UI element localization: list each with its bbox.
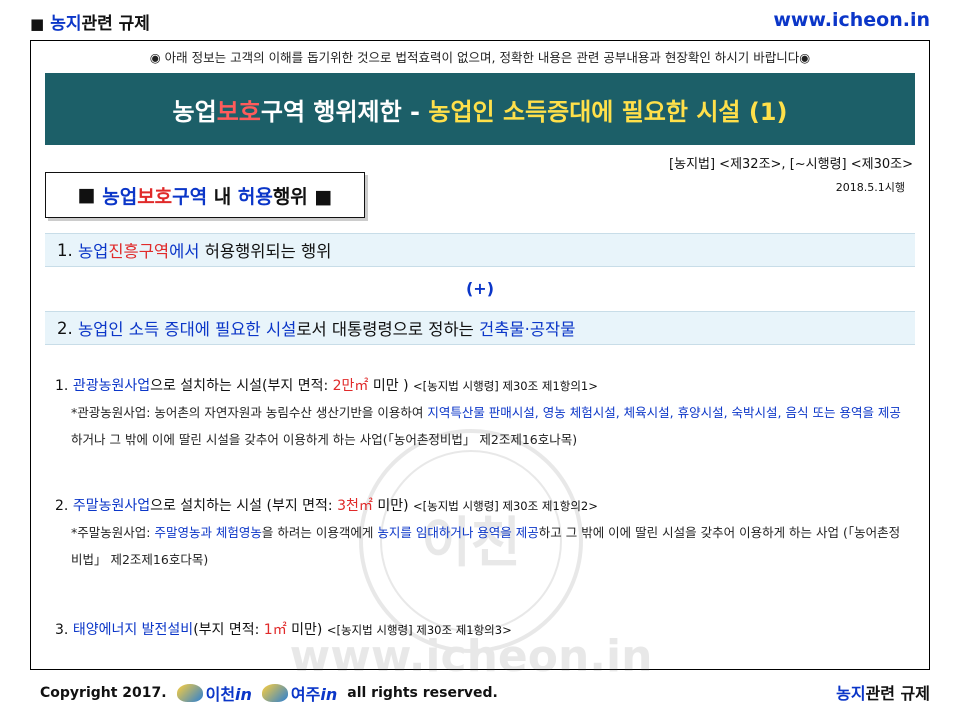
- yeoju-logo[interactable]: 여주in: [261, 681, 338, 705]
- box-a: 농업: [102, 185, 138, 208]
- item1-text: 으로 설치하는 시설(부지 면적:: [150, 378, 333, 394]
- row2-num: 2.: [57, 318, 78, 338]
- footer-category: 농지관련 규제: [836, 680, 930, 704]
- row2-a: 농업인 소득 증대에 필요한 시설: [78, 320, 297, 339]
- item1-name: 관광농원사업: [72, 378, 151, 394]
- box-f: 행위 ■: [272, 185, 333, 208]
- item3-num: 3.: [55, 622, 73, 638]
- row1-num: 1.: [57, 240, 78, 260]
- facility-item-2: 2. 주말농원사업으로 설치하는 시설 (부지 면적: 3천㎡ 미만) <[농지…: [55, 495, 598, 515]
- logo1-in: in: [235, 685, 252, 704]
- box-lead: ■: [77, 184, 103, 206]
- title-part4: 농업인 소득증대에 필요한 시설 (1): [428, 97, 788, 126]
- page-title: 농업 보호 구역 행위제한 - 농업인 소득증대에 필요한 시설 (1): [45, 73, 915, 145]
- facility-item-3: 3. 태양에너지 발전설비(부지 면적: 1㎡ 미만) <[농지법 시행령] 제…: [55, 619, 512, 639]
- permitted-row-2: 2. 농업인 소득 증대에 필요한 시설 로서 대통령령으로 정하는 건축물·공작…: [45, 311, 915, 345]
- item3-area: 1㎡: [263, 622, 287, 638]
- title-part3: 구역 행위제한 -: [260, 97, 429, 126]
- footer-category-rest: 관련 규제: [865, 684, 930, 703]
- footer-copyright: Copyright 2017. 이천in 여주in all rights res…: [40, 681, 498, 705]
- box-c: 구역: [172, 185, 208, 208]
- logo2-in: in: [320, 685, 338, 704]
- rights-text: all rights reserved.: [347, 685, 498, 701]
- icheon-logo[interactable]: 이천in: [176, 681, 252, 705]
- row1-c: 에서: [169, 242, 205, 261]
- item1-num: 1.: [55, 378, 73, 394]
- facility-item-1-description: *관광농원사업: 농어촌의 자연자원과 농림수산 생산기반을 이용하여 지역특산…: [71, 399, 911, 453]
- content-frame: ◉ 아래 정보는 고객의 이해를 돕기위한 것으로 법적효력이 없으며, 정확한…: [30, 40, 930, 682]
- item1-desc-c: 하거나 그 밖에 이에 딸린 시설을 갖추어 이용하게 하는 사업(「농어촌정비…: [71, 432, 578, 447]
- icheon-logo-icon: [176, 684, 203, 702]
- item2-num: 2.: [55, 498, 73, 514]
- legal-reference: [농지법] <제32조>, [~시행령] <제30조>: [669, 157, 913, 172]
- item2-desc-c: 을 하려는 이용객에게: [261, 525, 378, 540]
- item1-ref: <[농지법 시행령] 제30조 제1항의1>: [413, 379, 598, 393]
- plus-sign: (+): [465, 279, 495, 298]
- logo1-text: 이천: [205, 685, 236, 704]
- facility-item-1: 1. 관광농원사업으로 설치하는 시설(부지 면적: 2만㎡ 미만 ) <[농지…: [55, 375, 598, 395]
- facility-item-2-description: *주말농원사업: 주말영농과 체험영농을 하려는 이용객에게 농지를 임대하거나…: [71, 519, 911, 573]
- row1-a: 농업: [78, 242, 109, 261]
- item1-desc-b: 지역특산물 판매시설, 영농 체험시설, 체육시설, 휴양시설, 숙박시설, 음…: [427, 405, 901, 420]
- item1-desc-a: *관광농원사업: 농어촌의 자연자원과 농림수산 생산기반을 이용하여: [71, 405, 428, 420]
- item1-area: 2만㎡: [332, 378, 369, 394]
- box-d: 내: [207, 185, 238, 208]
- item3-name: 태양에너지 발전설비: [72, 622, 194, 638]
- copyright-text: Copyright 2017.: [40, 685, 167, 701]
- logo2-text: 여주: [290, 685, 321, 704]
- row1-b: 진흥구역: [108, 242, 170, 261]
- header-category-rest: 관련 규제: [81, 14, 150, 34]
- effective-date: 2018.5.1시행: [835, 181, 905, 194]
- item1-tail: 미만 ): [368, 378, 414, 394]
- item2-desc-b: 주말영농과 체험영농: [154, 525, 262, 540]
- site-url[interactable]: www.icheon.in: [773, 9, 930, 31]
- item2-text: 으로 설치하는 시설 (부지 면적:: [150, 498, 338, 514]
- item2-tail: 미만): [372, 498, 414, 514]
- square-icon: ■: [30, 15, 45, 33]
- item2-desc-d: 농지를 임대하거나 용역을 제공: [377, 525, 539, 540]
- header-category: ■ 농지관련 규제: [30, 9, 150, 34]
- item3-text: (부지 면적:: [193, 622, 264, 638]
- item2-area: 3천㎡: [337, 498, 373, 514]
- disclaimer-notice: ◉ 아래 정보는 고객의 이해를 돕기위한 것으로 법적효력이 없으며, 정확한…: [149, 50, 811, 65]
- row2-b: 로서 대통령령으로 정하는: [296, 320, 480, 339]
- title-part2: 보호: [216, 97, 261, 126]
- item3-tail: 미만): [286, 622, 327, 638]
- box-e: 허용: [237, 185, 273, 208]
- item3-ref: <[농지법 시행령] 제30조 제1항의3>: [326, 623, 512, 637]
- item2-name: 주말농원사업: [72, 498, 151, 514]
- yeoju-logo-icon: [261, 684, 288, 702]
- title-part1: 농업: [172, 97, 217, 126]
- permitted-row-1: 1. 농업 진흥구역 에서 허용행위되는 행위: [45, 233, 915, 267]
- section-heading: ■ 농업 보호 구역 내 허용 행위 ■: [45, 172, 365, 218]
- item2-ref: <[농지법 시행령] 제30조 제1항의2>: [413, 499, 598, 513]
- item2-desc-a: *주말농원사업:: [71, 525, 155, 540]
- row1-d: 허용행위되는 행위: [204, 242, 332, 261]
- row2-c: 건축물·공작물: [479, 320, 576, 339]
- box-b: 보호: [137, 185, 173, 208]
- footer-category-blue: 농지: [836, 684, 866, 703]
- header-category-blue: 농지: [50, 14, 82, 34]
